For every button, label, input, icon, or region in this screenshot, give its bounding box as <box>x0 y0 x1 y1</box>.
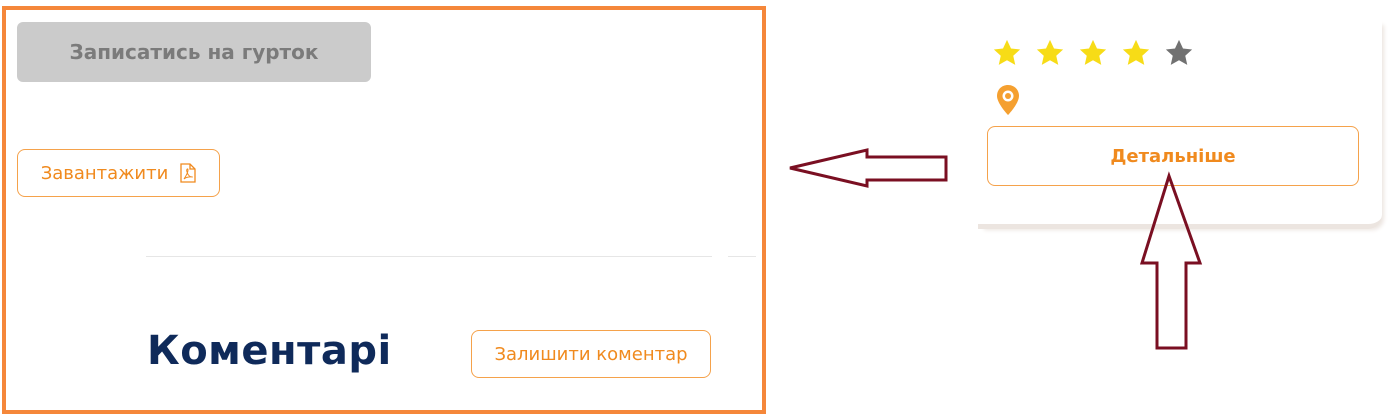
section-divider <box>146 256 756 257</box>
star-empty-icon <box>1165 39 1193 65</box>
details-button[interactable]: Детальніше <box>987 126 1359 186</box>
rating-stars <box>992 38 1194 68</box>
star-filled-icon <box>993 39 1021 65</box>
pdf-file-icon <box>180 163 196 183</box>
star-filled-icon <box>1079 39 1107 65</box>
enroll-button[interactable]: Записатись на гурток <box>17 22 371 82</box>
location-pin-icon <box>997 85 1019 115</box>
star-filled-icon <box>1036 39 1064 65</box>
divider-gap <box>712 250 728 264</box>
comments-heading: Коментарі <box>147 328 392 374</box>
star-filled-icon <box>1122 39 1150 65</box>
leave-comment-button[interactable]: Залишити коментар <box>471 330 711 378</box>
left-annotation-arrow <box>789 148 948 188</box>
enroll-panel-highlight: Записатись на гурток Завантажити Комента… <box>2 6 766 414</box>
download-button[interactable]: Завантажити <box>17 149 220 197</box>
download-label: Завантажити <box>40 162 169 184</box>
